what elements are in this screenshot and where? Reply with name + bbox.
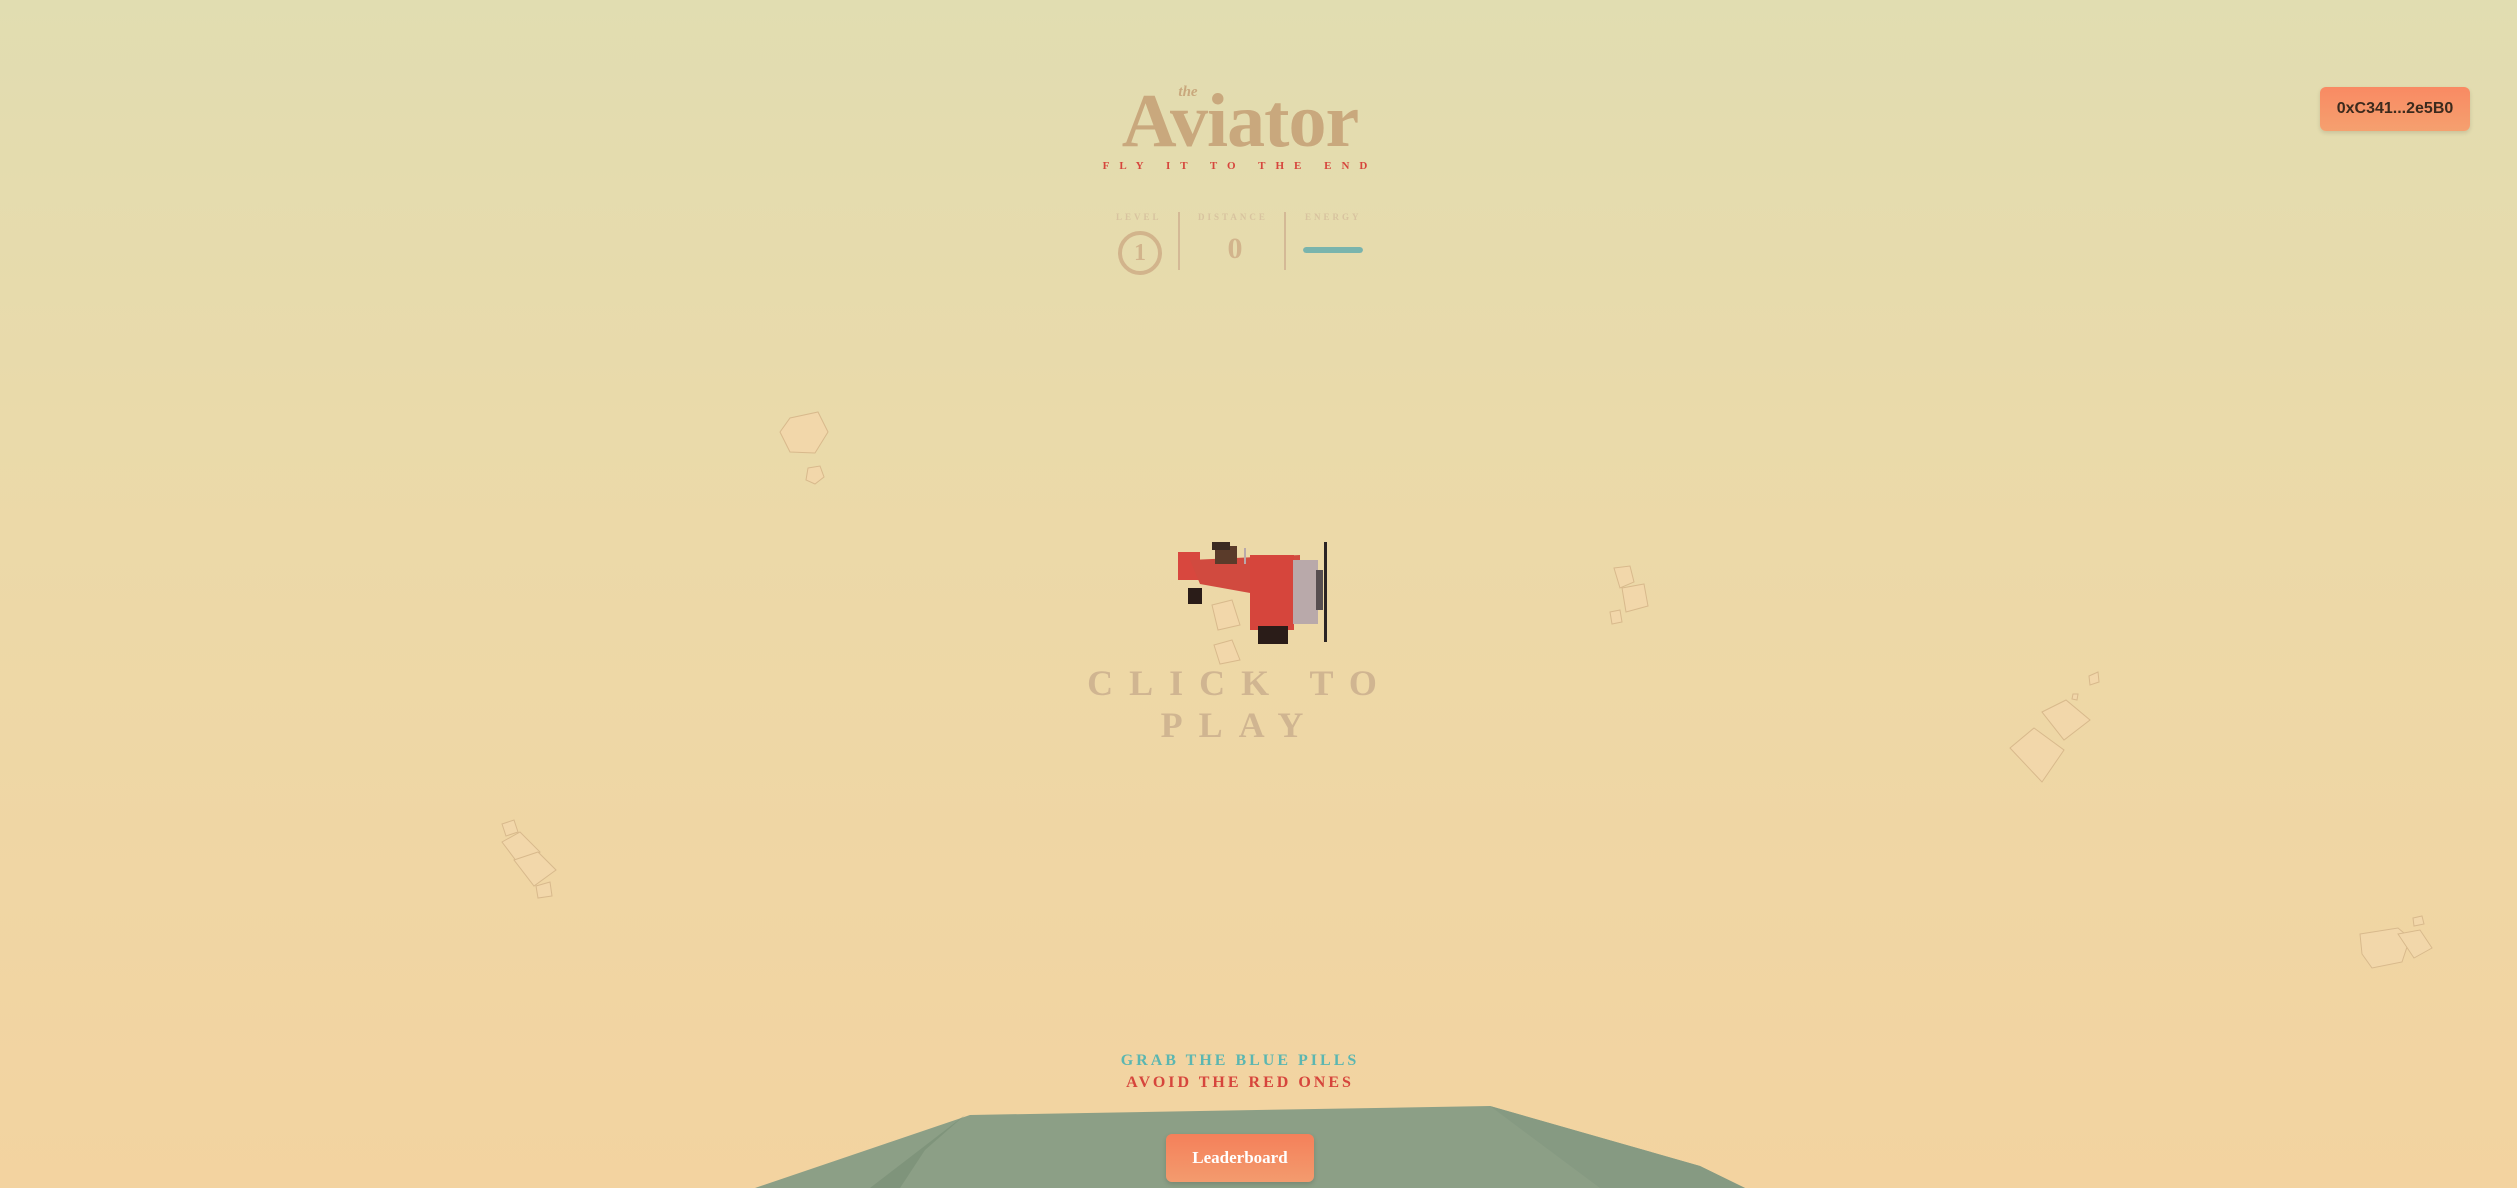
instruction-red-pills: AVOID THE RED ONES (1126, 1074, 1354, 1091)
stat-divider (1178, 212, 1180, 270)
cloud-icon (1609, 565, 1649, 625)
game-scene[interactable] (0, 0, 2517, 1188)
level-value: 1 (1134, 239, 1146, 266)
energy-bar-fill (1303, 247, 1363, 253)
logo-prefix: the (1178, 84, 1198, 100)
cloud-icon (2359, 915, 2433, 969)
click-to-play-prompt[interactable]: CLICK TO PLAY (1000, 662, 1480, 746)
cloud-icon (501, 819, 557, 899)
leaderboard-button[interactable]: Leaderboard (1166, 1134, 1314, 1182)
distance-value: 0 (1227, 232, 1243, 265)
cloud-icon (779, 411, 829, 485)
level-label: LEVEL (1116, 212, 1162, 222)
energy-label: ENERGY (1305, 212, 1362, 222)
tagline: FLY IT TO THE END (1102, 160, 1378, 172)
level-indicator: 1 (1118, 231, 1162, 275)
wallet-address-button[interactable]: 0xC341...2e5B0 (2320, 87, 2470, 131)
energy-bar (1303, 247, 1363, 253)
instruction-blue-pills: GRAB THE BLUE PILLS (1120, 1052, 1360, 1069)
distance-label: DISTANCE (1198, 212, 1268, 222)
stat-divider (1284, 212, 1286, 270)
game-logo: the Aviator (1100, 78, 1380, 164)
cloud-icon (2009, 671, 2100, 783)
airplane-icon (1178, 542, 1327, 665)
